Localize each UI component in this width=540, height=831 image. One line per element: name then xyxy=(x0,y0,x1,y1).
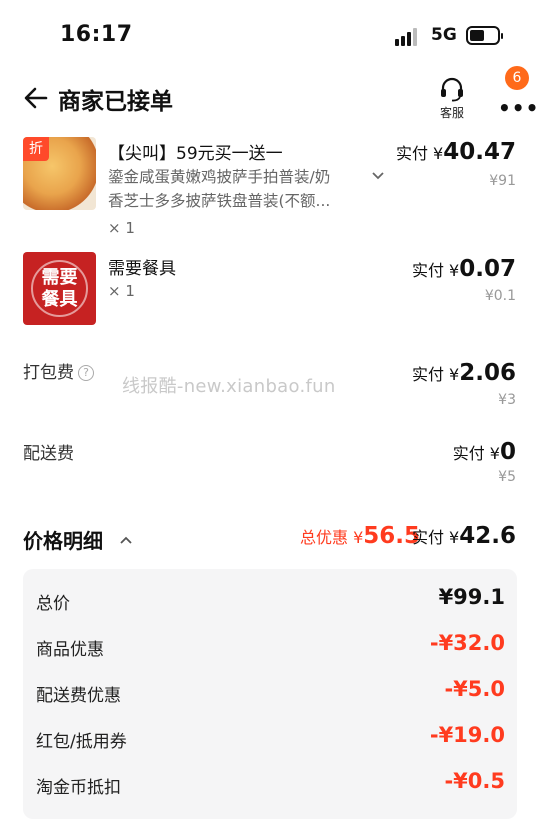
service-label: 客服 xyxy=(439,106,464,120)
item-desc-line1: 鎏金咸蛋黄嫩鸡披萨手拍普装/奶 xyxy=(108,168,331,186)
item-qty: × 1 xyxy=(108,282,135,300)
fee-label: 打包费? xyxy=(23,358,94,383)
item-title: 需要餐具 xyxy=(108,259,176,279)
fee-label: 配送费 xyxy=(23,444,74,464)
signal-icon xyxy=(395,28,421,46)
fee-original: ¥5 xyxy=(498,469,516,485)
item-paid: 实付 ¥40.47 xyxy=(395,139,516,165)
item-qty: × 1 xyxy=(108,219,135,237)
breakdown-row: 总价 ¥99.1 xyxy=(23,579,517,625)
breakdown-value: -¥32.0 xyxy=(429,631,505,655)
breakdown-label: 商品优惠 xyxy=(36,640,104,660)
customer-service-button[interactable]: 客服 xyxy=(432,76,472,121)
item-original-price: ¥0.1 xyxy=(484,288,516,304)
breakdown-row: 商品优惠 -¥32.0 xyxy=(23,625,517,671)
battery-icon xyxy=(466,26,503,45)
total-discount: 总优惠 ¥56.5 xyxy=(300,523,421,549)
breakdown-row: 红包/抵用券 -¥19.0 xyxy=(23,717,517,763)
breakdown-label: 总价 xyxy=(36,594,70,614)
fee-original: ¥3 xyxy=(498,392,516,408)
more-icon: ••• xyxy=(498,96,540,120)
item-original-price: ¥91 xyxy=(489,173,516,189)
breakdown-label: 淘金币抵扣 xyxy=(36,778,121,798)
price-summary-header[interactable]: 价格明细 总优惠 ¥56.5 实付 ¥42.6 xyxy=(0,520,540,560)
order-item[interactable]: 折 【尖叫】59元买一送一 鎏金咸蛋黄嫩鸡披萨手拍普装/奶 香芝士多多披萨铁盘普… xyxy=(0,137,540,237)
breakdown-value: -¥19.0 xyxy=(429,723,505,747)
status-bar: 16:17 5G xyxy=(0,0,540,70)
breakdown-label: 红包/抵用券 xyxy=(36,732,127,752)
breakdown-label: 配送费优惠 xyxy=(36,686,121,706)
chevron-down-icon[interactable] xyxy=(371,169,385,183)
delivery-fee-row: 配送费 实付 ¥0 ¥5 xyxy=(0,437,540,497)
discount-tag: 折 xyxy=(23,137,49,161)
status-time: 16:17 xyxy=(60,22,133,47)
item-desc-line2: 香芝士多多披萨铁盘普装(不额... xyxy=(108,192,331,210)
breakdown-value: -¥0.5 xyxy=(444,769,505,793)
help-icon[interactable]: ? xyxy=(78,365,94,381)
summary-title: 价格明细 xyxy=(23,529,103,553)
fee-paid: 实付 ¥2.06 xyxy=(411,360,516,386)
order-item[interactable]: 需要 餐具 需要餐具 × 1 实付 ¥0.07 ¥0.1 xyxy=(0,252,540,332)
page-title: 商家已接单 xyxy=(58,89,173,115)
breakdown-row: 配送费优惠 -¥5.0 xyxy=(23,671,517,717)
price-breakdown: 总价 ¥99.1 商品优惠 -¥32.0 配送费优惠 -¥5.0 红包/抵用券 … xyxy=(23,569,517,819)
header: 商家已接单 客服 ••• xyxy=(0,70,540,130)
tableware-image: 需要 餐具 xyxy=(23,252,96,325)
breakdown-value: ¥99.1 xyxy=(438,585,505,609)
notification-badge: 6 xyxy=(505,66,529,90)
product-image: 折 xyxy=(23,137,96,210)
headset-icon xyxy=(441,77,463,102)
total-paid: 实付 ¥42.6 xyxy=(411,523,516,549)
breakdown-row: 淘金币抵扣 -¥0.5 xyxy=(23,763,517,809)
watermark: 线报酷-new.xianbao.fun xyxy=(122,376,336,397)
chevron-up-icon[interactable] xyxy=(119,533,133,547)
item-paid: 实付 ¥0.07 xyxy=(411,256,516,282)
back-arrow-icon[interactable] xyxy=(22,84,50,112)
fee-paid: 实付 ¥0 xyxy=(452,439,516,465)
item-title: 【尖叫】59元买一送一 xyxy=(108,144,283,164)
network-label: 5G xyxy=(431,25,457,45)
breakdown-value: -¥5.0 xyxy=(444,677,505,701)
